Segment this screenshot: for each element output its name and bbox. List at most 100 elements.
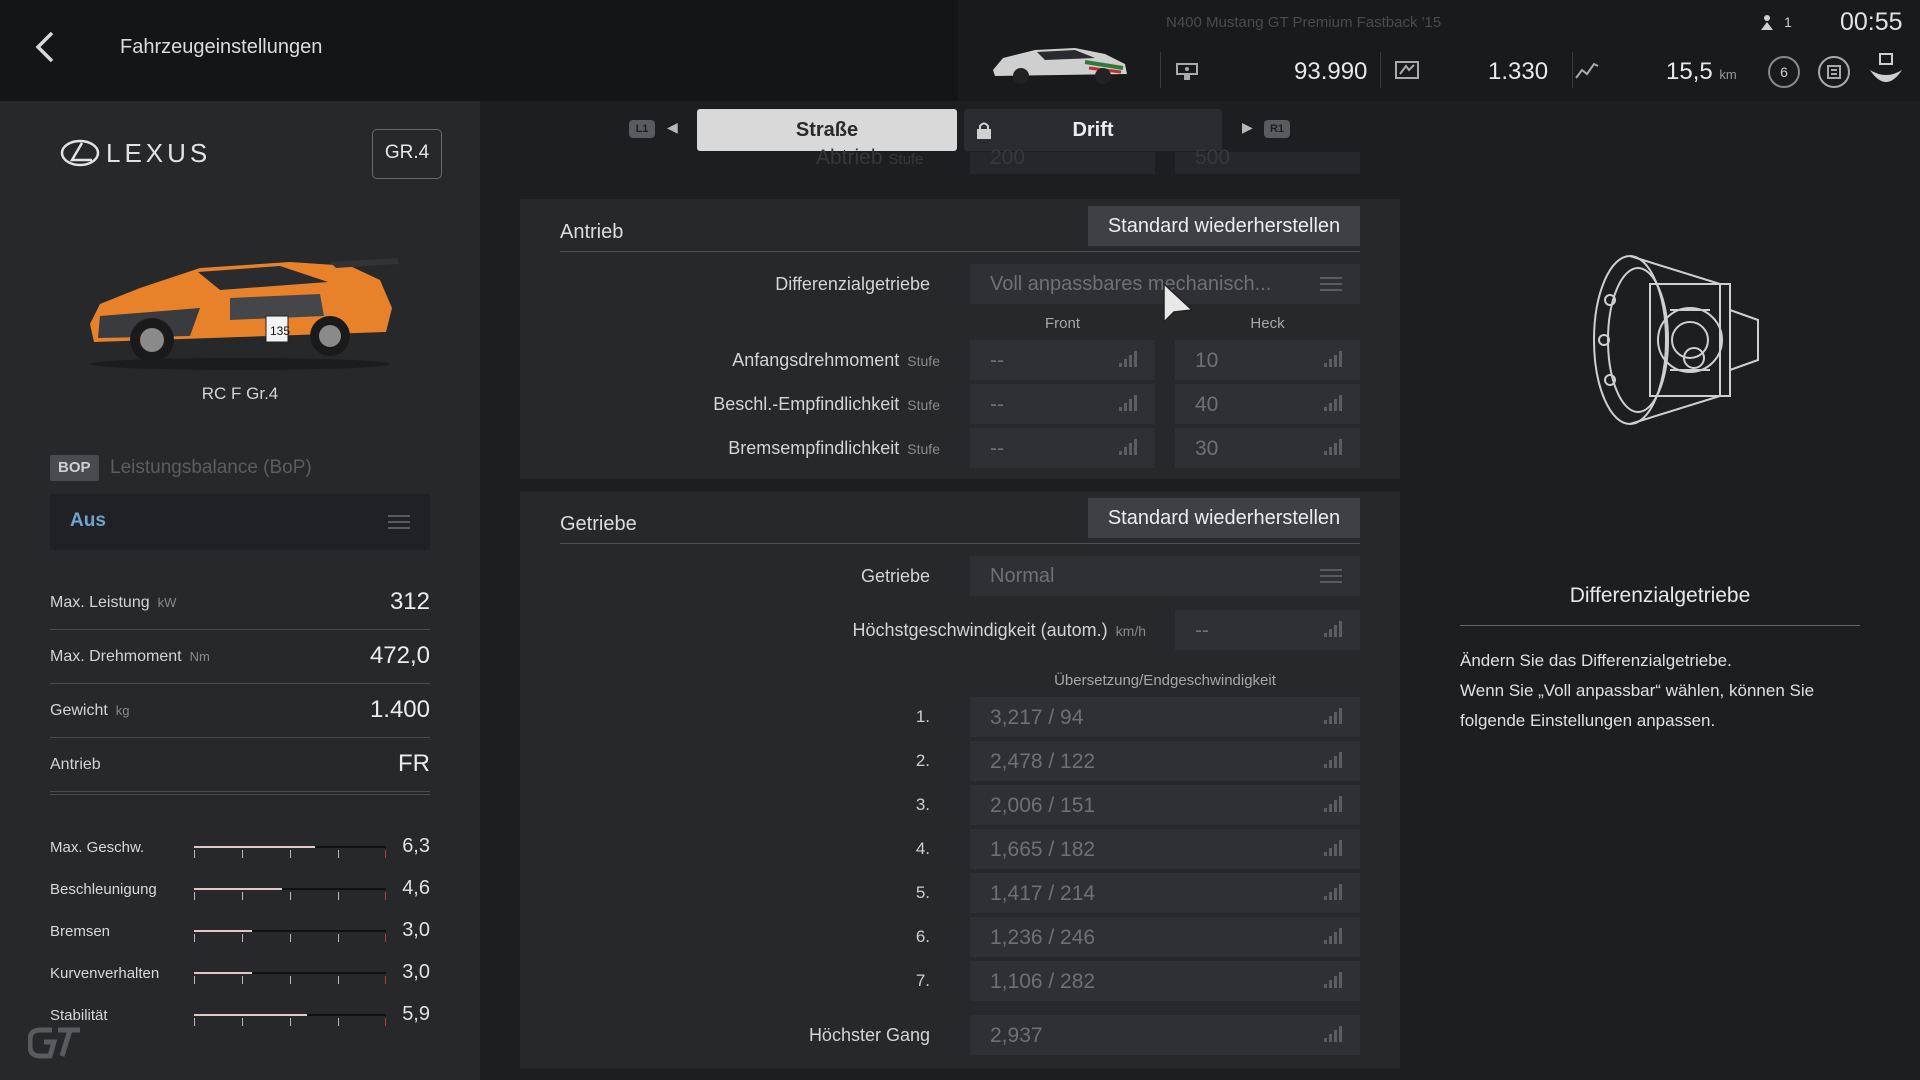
gear-ratio-field[interactable]: 2,006 / 151 xyxy=(970,785,1360,825)
differential-front-field[interactable]: -- xyxy=(970,384,1155,424)
performance-points-value: 1.330 xyxy=(1488,58,1549,85)
pointer-cursor-icon xyxy=(1162,282,1194,328)
rating-label: Bremsen xyxy=(50,923,111,940)
rating-row: Beschleunigung 4,6 xyxy=(50,875,430,909)
transmission-type-label: Getriebe xyxy=(860,566,930,586)
rating-value: 4,6 xyxy=(402,877,430,899)
gear-ratio-field[interactable]: 3,217 / 94 xyxy=(970,697,1360,737)
differential-setting-label: Beschl.-Empfindlichkeit Stufe xyxy=(620,394,940,415)
differential-rear-value: 10 xyxy=(1195,349,1219,372)
downforce-front-value: 200 xyxy=(990,146,1026,169)
tick xyxy=(385,934,386,942)
top-speed-value: -- xyxy=(1195,619,1209,642)
gear-ratio-field[interactable]: 2,478 / 122 xyxy=(970,741,1360,781)
stat-row: Gewicht kg 1.400 xyxy=(50,684,430,738)
stat-label-text: Max. Drehmoment xyxy=(50,648,182,665)
gear-ratio-field[interactable]: 1,236 / 246 xyxy=(970,917,1360,957)
player-icon xyxy=(1760,14,1774,32)
rating-track xyxy=(194,846,386,848)
mileage-value: 15,5 km xyxy=(1666,58,1737,85)
tick xyxy=(194,892,195,900)
rating-track xyxy=(194,1014,386,1016)
divider xyxy=(1460,625,1860,626)
list-icon xyxy=(388,515,410,529)
car-model-name: RC F Gr.4 xyxy=(201,384,279,403)
signal-bars-icon xyxy=(1324,840,1342,856)
unit-label: Stufe xyxy=(907,397,940,413)
rating-track xyxy=(194,972,386,974)
gear-ratio-field[interactable]: 1,417 / 214 xyxy=(970,873,1360,913)
garage-emblem-icon[interactable] xyxy=(1868,50,1904,92)
gear-number: 4. xyxy=(915,839,930,858)
stat-value: 1.400 xyxy=(369,696,430,723)
differential-diagram xyxy=(1570,240,1770,440)
differential-setting-name: Beschl.-Empfindlichkeit xyxy=(713,394,900,414)
separator xyxy=(1572,52,1573,88)
race-number: 135 xyxy=(270,324,290,338)
drivetrain-reset-button[interactable]: Standard wiederherstellen xyxy=(1088,206,1360,246)
top-gear-value: 2,937 xyxy=(990,1024,1043,1047)
gt-logo-icon xyxy=(27,1026,82,1069)
differential-setting-name: Anfangsdrehmoment xyxy=(732,350,900,370)
gear-ratio-field[interactable]: 1,106 / 282 xyxy=(970,961,1360,1001)
rating-ticks xyxy=(194,1018,386,1026)
column-header-front: Front xyxy=(1044,315,1080,332)
tick xyxy=(242,1018,243,1026)
gear-number: 2. xyxy=(915,751,930,770)
info-title: Differenzialgetriebe xyxy=(1569,584,1751,607)
top-bar: Fahrzeugeinstellungen N400 Mustang GT Pr… xyxy=(0,0,1920,101)
transmission-type-select[interactable]: Normal xyxy=(970,556,1360,596)
rating-ticks xyxy=(194,850,386,858)
differential-rear-field[interactable]: 40 xyxy=(1175,384,1360,424)
top-gear-field[interactable]: 2,937 xyxy=(970,1015,1360,1055)
gear-ratio-field[interactable]: 1,665 / 182 xyxy=(970,829,1360,869)
differential-front-field[interactable]: -- xyxy=(970,428,1155,468)
gear-number: 6. xyxy=(915,927,930,946)
stat-label: Max. Drehmoment Nm xyxy=(50,648,210,666)
gear-ratio-value: 2,006 / 151 xyxy=(990,794,1096,817)
stat-row: Antrieb FR xyxy=(50,738,430,792)
signal-bars-icon xyxy=(1324,928,1342,944)
tab-strasse[interactable]: Straße xyxy=(697,109,957,151)
gear-ratio-value: 1,106 / 282 xyxy=(990,970,1096,993)
top-speed-field[interactable]: -- xyxy=(1175,610,1360,650)
l1-button-hint: L1 xyxy=(629,120,655,138)
menu-circle-icon[interactable] xyxy=(1818,56,1850,88)
back-arrow-icon[interactable] xyxy=(34,30,64,70)
signal-bars-icon xyxy=(1119,395,1137,411)
info-description: Ändern Sie das Differenzialgetriebe. Wen… xyxy=(1460,646,1880,736)
list-icon xyxy=(1320,277,1342,291)
signal-bars-icon xyxy=(1324,708,1342,724)
tick xyxy=(290,934,291,942)
clock: 00:55 xyxy=(1840,8,1903,36)
transmission-type-value: Normal xyxy=(990,565,1055,587)
rating-label: Beschleunigung xyxy=(50,881,157,898)
signal-bars-icon xyxy=(1324,1026,1342,1042)
rating-track xyxy=(194,888,386,890)
tick xyxy=(194,976,195,984)
differential-rear-value: 40 xyxy=(1195,393,1219,416)
tick xyxy=(242,892,243,900)
bop-select[interactable]: Aus xyxy=(50,494,430,550)
differential-rear-field[interactable]: 30 xyxy=(1175,428,1360,468)
stat-value: FR xyxy=(398,750,430,777)
transmission-reset-button[interactable]: Standard wiederherstellen xyxy=(1088,498,1360,538)
column-header-rear: Heck xyxy=(1250,315,1285,332)
rating-fill xyxy=(194,1014,308,1016)
drivetrain-title: Antrieb xyxy=(560,221,624,243)
rating-row: Max. Geschw. 6,3 xyxy=(50,833,430,867)
divider xyxy=(50,794,430,795)
tick xyxy=(194,934,195,942)
differential-front-field[interactable]: -- xyxy=(970,340,1155,380)
tick xyxy=(385,850,386,858)
stat-label: Antrieb xyxy=(50,756,109,774)
tab-drift[interactable]: Drift xyxy=(964,109,1222,151)
differential-rear-field[interactable]: 10 xyxy=(1175,340,1360,380)
performance-points-icon xyxy=(1394,60,1420,84)
stat-label: Max. Leistung kW xyxy=(50,594,176,612)
differential-rear-value: 30 xyxy=(1195,437,1219,460)
tick xyxy=(338,976,339,984)
downforce-ghost-label: Abtrieb Stufe xyxy=(816,146,924,169)
page-title: Fahrzeugeinstellungen xyxy=(120,36,323,58)
info-line: folgende Einstellungen anpassen. xyxy=(1460,711,1716,730)
